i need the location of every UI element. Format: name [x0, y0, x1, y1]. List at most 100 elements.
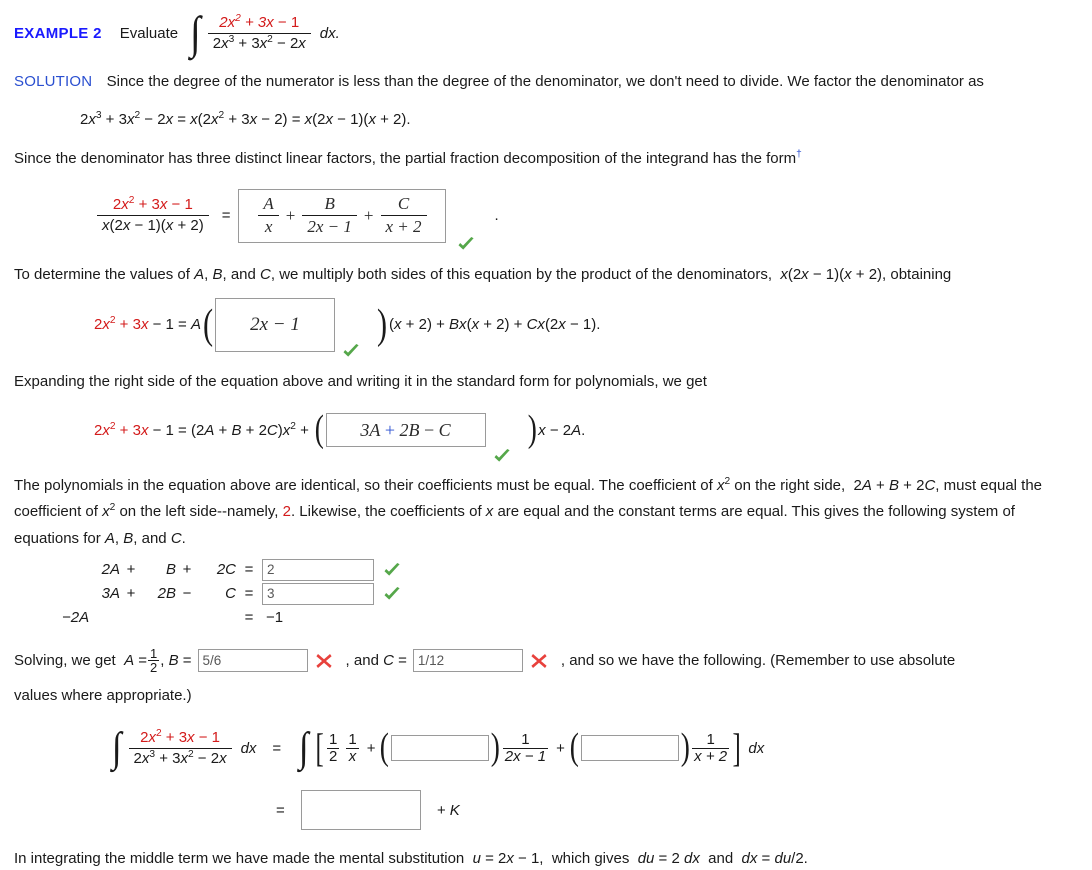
system-row-0-a: 2A [101, 561, 120, 579]
multiply-paragraph: To determine the values of A, B, and C, … [14, 263, 1078, 286]
multiply-answer-input[interactable]: 2x − 1 [215, 297, 336, 352]
example-integrand-denominator: 2x3 + 3x2 − 2x [212, 33, 306, 52]
integral-sign: ∫ [299, 724, 309, 771]
open-paren-2: ( [314, 408, 324, 451]
one-over-x-numerator: 1 [346, 730, 359, 749]
check-icon [382, 584, 402, 604]
decomposition-lhs: 2x2 + 3x − 1 x(2x − 1)(x + 2) [97, 196, 209, 234]
expand-text: Expanding the right side of the equation… [14, 372, 707, 390]
integral-sign: ∫ [111, 724, 122, 771]
b-label: , B = [160, 652, 192, 670]
check-icon [456, 234, 476, 254]
coefficients-text: The polynomials in the equation above ar… [14, 476, 1043, 547]
system-row-1-op1: + [126, 585, 136, 603]
expand-paragraph: Expanding the right side of the equation… [14, 370, 1078, 393]
system-row-0-op2: + [182, 561, 192, 579]
one-half-numerator: 1 [327, 730, 340, 749]
cross-icon [529, 651, 549, 671]
system-row-0-c: 2C [216, 561, 236, 579]
expand-lhs: 2x2 + 3x − 1 = (2A + B + 2C)x2 + [94, 420, 309, 439]
multiply-lhs: 2x2 + 3x − 1 = A [94, 315, 202, 334]
final-integrand: 2x2 + 3x − 1 2x3 + 3x2 − 2x [128, 728, 232, 767]
solving-line: Solving, we get A = 1 2 , B = 5/6 , and … [14, 644, 1078, 678]
final-dx: dx [748, 739, 765, 757]
system-row-1-a: 3A [101, 585, 120, 603]
open-bracket: [ [315, 724, 324, 770]
final-answer-plus-k: + K [436, 801, 460, 819]
system-row: 2A + B + 2C = 2 [80, 558, 1078, 582]
one-half-fraction: 1 2 [327, 730, 340, 765]
system-row-2-a: −2A [62, 609, 90, 627]
a-value-numerator: 1 [148, 645, 160, 662]
close-paren-3: ) [490, 726, 501, 769]
final-term2-coefficient-input[interactable] [391, 735, 490, 761]
check-icon [341, 341, 361, 361]
expand-rhs: x − 2A. [538, 421, 586, 439]
dagger-footnote-marker: † [796, 149, 802, 161]
expand-equation-line: 2x2 + 3x − 1 = (2A + B + 2C)x2 + ( 3A + … [14, 403, 1078, 462]
expand-answer-value: 3A + 2B − C [360, 419, 451, 440]
example-header-line: EXAMPLE 2 Evaluate ∫ 2x2 + 3x − 1 2x3 + … [14, 10, 1078, 56]
close-paren-4: ) [680, 726, 690, 769]
final-integral-line: ∫ 2x2 + 3x − 1 2x3 + 3x2 − 2x dx = ∫ [ 1… [14, 719, 1078, 777]
check-icon [382, 560, 402, 580]
multiply-answer-value: 2x − 1 [250, 313, 300, 335]
b-value-input[interactable]: 5/6 [197, 649, 308, 673]
system-row-2-equals: = [244, 609, 254, 627]
c-label: , and C = [345, 652, 407, 670]
one-over-x-2-denominator: x + 2 [694, 747, 728, 765]
multiply-text: To determine the values of A, B, and C, … [14, 265, 952, 283]
coefficient-value: 2 [282, 503, 291, 521]
final-answer-line: = + K [14, 787, 1078, 833]
final-integral-equals: = [272, 739, 282, 757]
final-plus-1: + [366, 739, 376, 757]
decomposition-answer-input[interactable]: A x + B 2x − 1 + C x + 2 [238, 188, 447, 243]
example-label: EXAMPLE 2 [14, 24, 102, 42]
final-answer-input[interactable] [300, 790, 421, 830]
three-factors-paragraph: Since the denominator has three distinct… [14, 147, 1078, 170]
a-value-fraction: 1 2 [148, 645, 160, 676]
solving-suffix-line2: values where appropriate.) [14, 684, 1078, 707]
decomposition-period: . [494, 207, 499, 224]
integral-sign: ∫ [190, 7, 201, 59]
footer-note: In integrating the middle term we have m… [14, 847, 1078, 870]
one-over-x-2-fraction: 1 x + 2 [692, 731, 730, 765]
close-bracket: ] [732, 724, 741, 770]
solution-label: SOLUTION [14, 73, 93, 90]
decomposition-line: 2x2 + 3x − 1 x(2x − 1)(x + 2) = A x + B … [14, 185, 1078, 250]
one-over-2x-1-numerator: 1 [502, 731, 549, 749]
example-integrand: 2x2 + 3x − 1 2x3 + 3x2 − 2x [207, 13, 311, 52]
final-plus-2: + [556, 739, 565, 757]
system-row-2-value: −1 [266, 609, 284, 627]
one-over-x-2-numerator: 1 [692, 731, 730, 749]
open-paren-3: ( [380, 726, 390, 769]
one-over-x-fraction: 1 x [346, 730, 359, 765]
final-answer-equals: = [276, 801, 285, 819]
decomposition-lhs-numerator: 2x2 + 3x − 1 [97, 196, 209, 216]
system-row-0-value: 2 [267, 562, 275, 578]
system-row-1-op2: − [182, 585, 192, 603]
c-value-input[interactable]: 1/12 [412, 649, 523, 673]
system-row: 3A + 2B − C = 3 [80, 582, 1078, 606]
solution-paragraph: SOLUTION Since the degree of the numerat… [14, 70, 1078, 93]
term-a-over-x: A x [258, 194, 279, 237]
one-over-x-denominator: x [348, 747, 357, 765]
decomposition-equals: = [221, 207, 231, 224]
decomposition-lhs-denominator: x(2x − 1)(x + 2) [102, 217, 204, 234]
system-row-1-input[interactable]: 3 [262, 582, 374, 605]
system-row-0-input[interactable]: 2 [262, 558, 374, 581]
one-over-2x-1-denominator: 2x − 1 [504, 747, 547, 765]
system-row-1-equals: = [244, 585, 254, 603]
term-c-over-x-2: C x + 2 [380, 194, 427, 237]
close-paren-2: ) [527, 408, 537, 451]
example-integrand-numerator: 2x2 + 3x − 1 [207, 13, 311, 34]
open-paren-4: ( [569, 726, 579, 769]
final-term3-coefficient-input[interactable] [580, 735, 679, 761]
decomposition-answer-value: A x + B 2x − 1 + C x + 2 [257, 194, 427, 237]
b-value: 5/6 [202, 653, 222, 669]
a-value-denominator: 2 [150, 660, 158, 676]
close-paren-1: ) [376, 301, 388, 348]
expand-answer-input[interactable]: 3A + 2B − C [325, 413, 486, 447]
system-row-1-c: C [225, 585, 236, 603]
check-icon [492, 446, 512, 466]
